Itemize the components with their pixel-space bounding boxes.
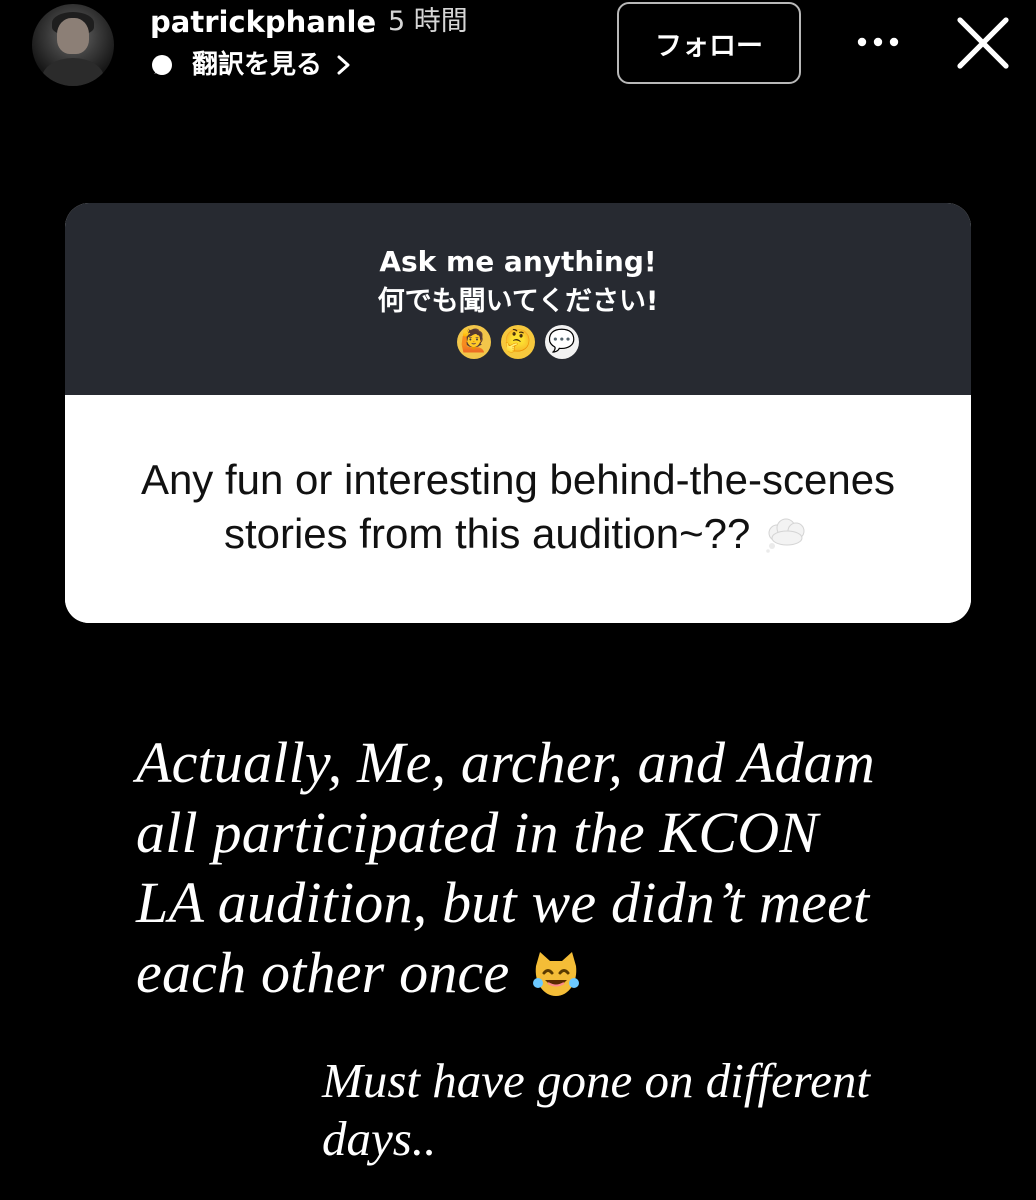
prompt-english: Ask me anything! <box>379 245 657 278</box>
avatar-shoulders <box>42 58 104 86</box>
answer-main-wrap: Actually, Me, archer, and Adam all parti… <box>136 728 896 1008</box>
question-sticker[interactable]: Ask me anything! 何でも聞いてください! 🙋 🤔 💬 Any f… <box>65 203 971 623</box>
chevron-right-icon <box>337 55 350 75</box>
question-sticker-header: Ask me anything! 何でも聞いてください! 🙋 🤔 💬 <box>65 203 971 395</box>
more-horizontal-icon[interactable] <box>850 22 906 62</box>
answer-secondary-text: Must have gone on different days.. <box>322 1053 870 1166</box>
thinking-face-emoji: 🤔 <box>501 325 535 359</box>
prompt-japanese: 何でも聞いてください! <box>377 286 659 317</box>
close-icon[interactable] <box>950 10 1016 76</box>
story-timestamp: 5 時間 <box>388 6 468 37</box>
avatar-face <box>57 18 89 54</box>
follow-button[interactable]: フォロー <box>617 2 801 84</box>
raising-hand-emoji: 🙋 <box>457 325 491 359</box>
laughing-cat-icon <box>533 951 580 996</box>
username-link[interactable]: patrickphanle <box>150 4 376 40</box>
translate-link[interactable]: 翻訳を見る <box>150 48 352 82</box>
speech-bubble-icon <box>152 55 172 75</box>
avatar[interactable] <box>32 4 114 86</box>
question-text-wrap: Any fun or interesting behind-the-scenes… <box>88 453 948 561</box>
speech-balloon-emoji: 💬 <box>545 325 579 359</box>
translate-label: 翻訳を見る <box>192 50 323 80</box>
question-sticker-body: Any fun or interesting behind-the-scenes… <box>65 395 971 623</box>
thought-bubble-icon <box>766 518 805 553</box>
prompt-emoji-row: 🙋 🤔 💬 <box>65 325 971 359</box>
answer-main-text: Actually, Me, archer, and Adam all parti… <box>136 730 875 1005</box>
